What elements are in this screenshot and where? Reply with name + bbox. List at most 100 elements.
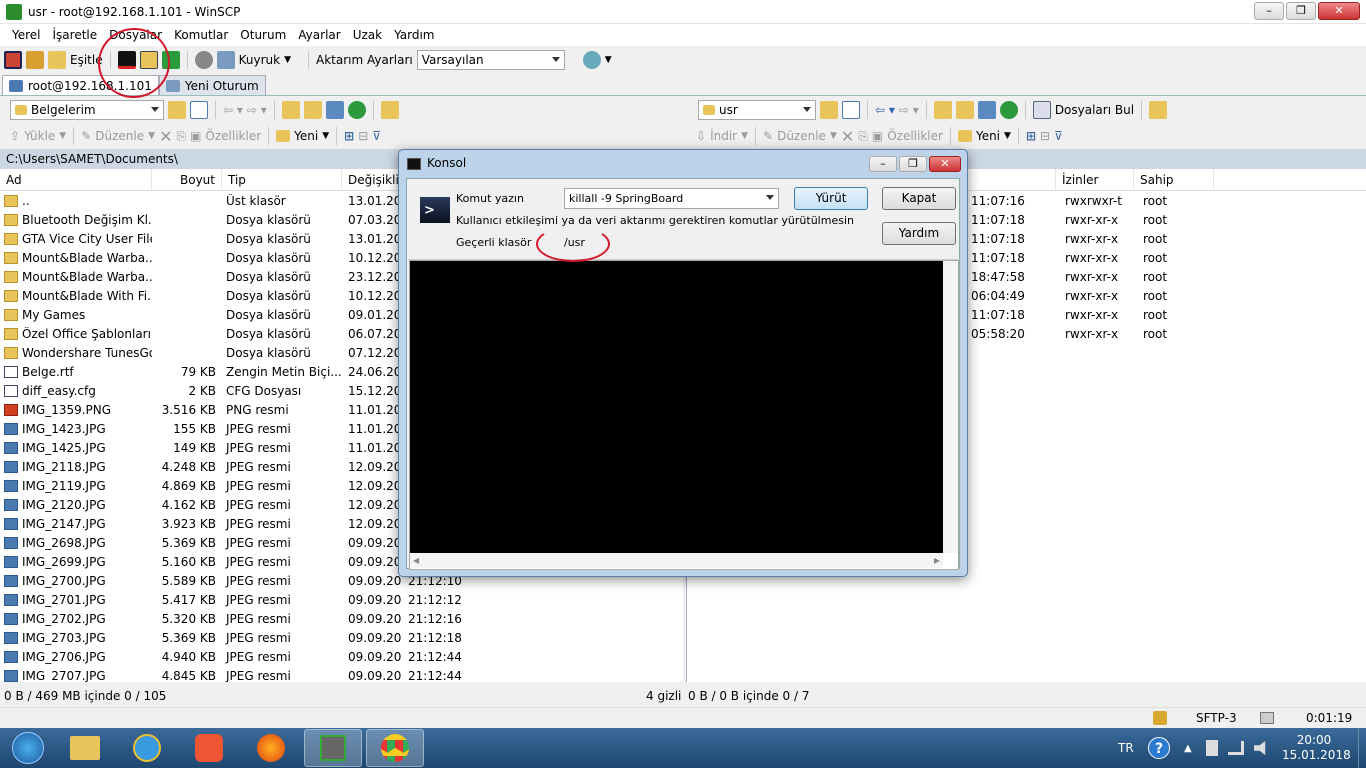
compare-icon[interactable] <box>4 51 22 69</box>
chevron-down-icon[interactable]: ▼ <box>741 131 748 141</box>
column-permissions[interactable]: İzinler <box>1056 169 1134 190</box>
column-size[interactable]: Boyut <box>152 169 222 190</box>
dialog-close-button[interactable]: ✕ <box>929 156 961 172</box>
back-icon[interactable]: ⇦ ▾ <box>875 103 895 117</box>
menu-item-uzak[interactable]: Uzak <box>347 28 388 42</box>
plus-icon[interactable]: ⊞ <box>344 129 354 143</box>
bookmark-icon[interactable] <box>380 101 399 119</box>
filter-icon[interactable] <box>842 101 860 119</box>
properties-button[interactable]: Özellikler <box>205 129 261 143</box>
taskbar-chrome[interactable] <box>366 729 424 767</box>
chevron-down-icon[interactable]: ▼ <box>148 131 155 141</box>
queue-button[interactable]: Kuyruk <box>239 53 280 67</box>
chevron-down-icon[interactable]: ▼ <box>605 55 612 65</box>
rename-icon[interactable]: ⎘ <box>176 129 186 144</box>
new-button[interactable]: Yeni <box>976 129 1000 143</box>
start-button[interactable] <box>4 729 52 767</box>
tab-new-session[interactable]: Yeni Oturum <box>158 75 266 95</box>
minus-icon[interactable]: ⊟ <box>1040 129 1050 143</box>
maximize-button[interactable]: ❐ <box>1286 2 1316 20</box>
upload-button[interactable]: Yükle <box>24 129 55 143</box>
root-folder-icon[interactable] <box>955 101 974 119</box>
taskbar-ie[interactable] <box>118 729 176 767</box>
delete-icon[interactable]: ✕ <box>841 127 854 146</box>
chevron-down-icon[interactable]: ▼ <box>284 55 291 65</box>
table-row[interactable]: IMG_2706.JPG 4.940 KB JPEG resmi 09.09.2017… <box>0 647 683 666</box>
home-icon[interactable] <box>977 101 996 119</box>
transfer-preset-select[interactable]: Varsayılan <box>416 50 565 70</box>
refresh-icon[interactable] <box>999 101 1018 119</box>
delete-icon[interactable]: ✕ <box>159 127 172 146</box>
taskbar-winscp[interactable] <box>304 729 362 767</box>
network-icon[interactable] <box>1228 741 1244 755</box>
edit-button[interactable]: Düzenle <box>777 129 826 143</box>
properties-icon[interactable]: ▣ <box>872 129 883 143</box>
rename-icon[interactable]: ⎘ <box>858 129 868 144</box>
table-row[interactable]: IMG_2701.JPG 5.417 KB JPEG resmi 09.09.2017… <box>0 590 683 609</box>
vertical-scrollbar[interactable] <box>943 261 958 553</box>
usb-icon[interactable] <box>1206 740 1218 756</box>
root-folder-icon[interactable] <box>303 101 322 119</box>
language-indicator[interactable]: TR <box>1118 741 1134 755</box>
show-desktop-button[interactable] <box>1358 728 1366 768</box>
edit-icon[interactable]: ✎ <box>763 129 773 143</box>
parent-folder-icon[interactable] <box>281 101 300 119</box>
download-icon[interactable]: ⇩ <box>696 129 706 143</box>
dialog-minimize-button[interactable]: – <box>869 156 897 172</box>
filter-icon[interactable]: ⊽ <box>372 129 381 143</box>
menu-item-yardim[interactable]: Yardım <box>388 28 440 42</box>
table-row[interactable]: IMG_2703.JPG 5.369 KB JPEG resmi 09.09.2017… <box>0 628 683 647</box>
menu-item-isaretle[interactable]: İşaretle <box>47 28 104 42</box>
download-button[interactable]: İndir <box>710 129 737 143</box>
queue-icon[interactable] <box>216 51 235 69</box>
clock[interactable]: 20:00 15.01.2018 <box>1282 733 1351 763</box>
bookmark-icon[interactable] <box>1149 101 1168 119</box>
column-name[interactable]: Ad <box>0 169 152 190</box>
console-output[interactable] <box>410 261 943 553</box>
minimize-button[interactable]: – <box>1254 2 1284 20</box>
local-location-select[interactable]: Belgelerim <box>10 100 164 120</box>
menu-item-komutlar[interactable]: Komutlar <box>168 28 234 42</box>
chevron-down-icon[interactable]: ▼ <box>59 131 66 141</box>
column-type[interactable]: Tip <box>222 169 342 190</box>
parent-folder-icon[interactable] <box>933 101 952 119</box>
chevron-down-icon[interactable]: ▼ <box>1004 131 1011 141</box>
help-button[interactable]: Yardım <box>882 222 956 245</box>
menu-item-ayarlar[interactable]: Ayarlar <box>292 28 346 42</box>
new-button[interactable]: Yeni <box>294 129 318 143</box>
taskbar-firefox[interactable] <box>242 729 300 767</box>
menu-item-oturum[interactable]: Oturum <box>234 28 292 42</box>
dialog-maximize-button[interactable]: ❐ <box>899 156 927 172</box>
edit-button[interactable]: Düzenle <box>95 129 144 143</box>
gear-icon[interactable] <box>194 51 213 69</box>
forward-icon[interactable]: ⇨ ▾ <box>899 103 919 117</box>
back-icon[interactable]: ⇦ ▾ <box>223 103 243 117</box>
globe-icon[interactable] <box>582 51 601 69</box>
filter-icon[interactable] <box>190 101 208 119</box>
table-row[interactable]: IMG_2702.JPG 5.320 KB JPEG resmi 09.09.2017… <box>0 609 683 628</box>
dialog-dismiss-button[interactable]: Kapat <box>882 187 956 210</box>
upload-icon[interactable]: ⇪ <box>10 129 20 143</box>
refresh-icon[interactable] <box>347 101 366 119</box>
properties-button[interactable]: Özellikler <box>887 129 943 143</box>
table-row[interactable]: IMG_2707.JPG 4.845 KB JPEG resmi 09.09.2017… <box>0 666 683 682</box>
plus-icon[interactable]: ⊞ <box>1026 129 1036 143</box>
help-icon[interactable]: ? <box>1148 737 1170 759</box>
column-owner[interactable]: Sahip <box>1134 169 1214 190</box>
home-icon[interactable] <box>325 101 344 119</box>
execute-button[interactable]: Yürüt <box>794 187 868 210</box>
horizontal-scrollbar[interactable]: ◀ ▶ <box>410 553 943 568</box>
open-folder-icon[interactable] <box>820 101 838 119</box>
sync-folder-icon[interactable] <box>48 51 66 69</box>
menu-item-yerel[interactable]: Yerel <box>6 28 47 42</box>
chevron-down-icon[interactable]: ▼ <box>830 131 837 141</box>
chevron-down-icon[interactable]: ▼ <box>322 131 329 141</box>
remote-location-select[interactable]: usr <box>698 100 816 120</box>
filter-icon[interactable]: ⊽ <box>1054 129 1063 143</box>
find-files-button[interactable]: Dosyaları Bul <box>1055 103 1134 117</box>
close-button[interactable]: ✕ <box>1318 2 1360 20</box>
volume-icon[interactable] <box>1254 741 1266 755</box>
open-folder-icon[interactable] <box>168 101 186 119</box>
taskbar-explorer[interactable] <box>56 729 114 767</box>
tray-chevron-icon[interactable]: ▲ <box>1184 743 1192 754</box>
